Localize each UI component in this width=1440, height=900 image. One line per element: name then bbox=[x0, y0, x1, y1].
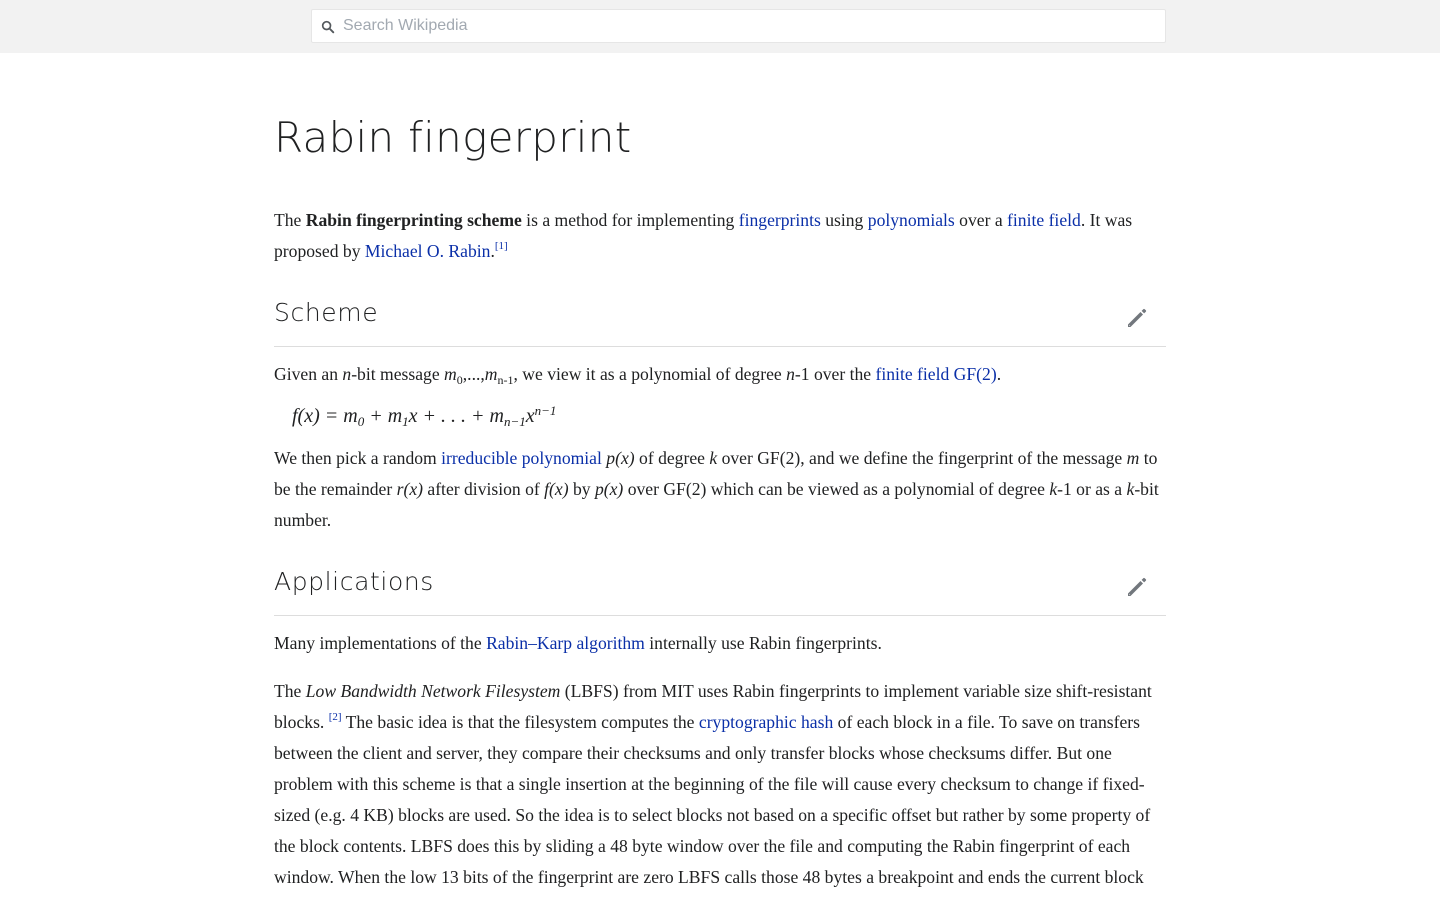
reference-1-link[interactable]: [1] bbox=[495, 240, 508, 252]
top-bar bbox=[0, 0, 1440, 53]
link-fingerprints[interactable]: fingerprints bbox=[739, 210, 821, 230]
search-box[interactable] bbox=[311, 9, 1166, 43]
section-header-applications: Applications bbox=[274, 558, 1166, 616]
section-header-scheme: Scheme bbox=[274, 289, 1166, 347]
section-title-applications: Applications bbox=[274, 567, 434, 596]
bold-term: Rabin fingerprinting scheme bbox=[305, 210, 522, 230]
reference-2[interactable]: [2] bbox=[329, 711, 342, 723]
link-rabin-karp[interactable]: Rabin–Karp algorithm bbox=[486, 633, 645, 653]
search-icon bbox=[321, 20, 335, 34]
scheme-paragraph-1: Given an n-bit message m0,...,mn-1, we v… bbox=[274, 364, 1002, 388]
search-input[interactable] bbox=[343, 10, 1143, 42]
polynomial-formula: f(x) = m0 + m1x + . . . + mn−1xn−1 bbox=[292, 403, 557, 430]
link-finite-field-gf2[interactable]: finite field GF(2) bbox=[876, 364, 997, 384]
link-michael-rabin[interactable]: Michael O. Rabin bbox=[365, 241, 491, 261]
pencil-icon[interactable] bbox=[1124, 305, 1150, 331]
applications-paragraph-2: The Low Bandwidth Network Filesystem (LB… bbox=[274, 681, 1152, 887]
link-irreducible-polynomial[interactable]: irreducible polynomial bbox=[441, 448, 602, 468]
link-cryptographic-hash[interactable]: cryptographic hash bbox=[699, 712, 833, 732]
intro-paragraph: The Rabin fingerprinting scheme is a met… bbox=[274, 210, 1133, 261]
scheme-paragraph-2: We then pick a random irreducible polyno… bbox=[274, 448, 1159, 530]
page-title: Rabin fingerprint bbox=[274, 113, 632, 162]
applications-paragraph-1: Many implementations of the Rabin–Karp a… bbox=[274, 633, 882, 653]
link-finite-field[interactable]: finite field bbox=[1007, 210, 1081, 230]
reference-1[interactable]: [1] bbox=[495, 240, 508, 252]
reference-2-link[interactable]: [2] bbox=[329, 711, 342, 723]
link-polynomials[interactable]: polynomials bbox=[868, 210, 955, 230]
pencil-icon[interactable] bbox=[1124, 574, 1150, 600]
section-title-scheme: Scheme bbox=[274, 298, 379, 327]
